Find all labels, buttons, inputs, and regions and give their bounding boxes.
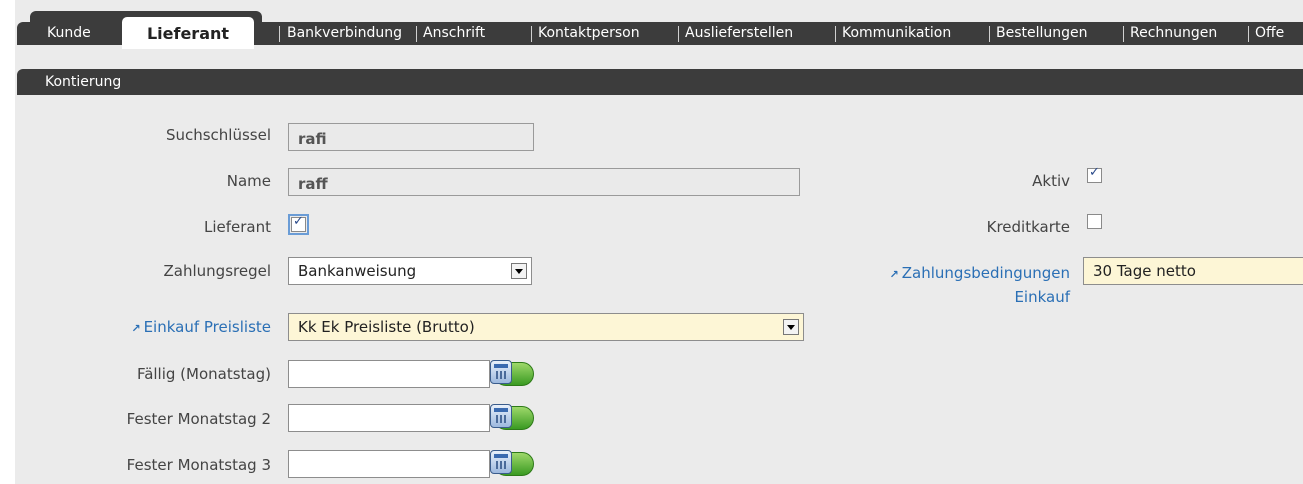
fester2-label: Fester Monatstag 2: [126, 410, 271, 428]
einkauf-preisliste-link[interactable]: ↗ Einkauf Preisliste: [131, 318, 271, 336]
suchschluessel-label: Suchschlüssel: [165, 126, 271, 144]
calendar-button-fester3[interactable]: [490, 450, 536, 478]
suchschluessel-field[interactable]: rafi: [288, 123, 534, 151]
subtab-bar: Kontierung: [17, 69, 1303, 95]
faellig-input[interactable]: [288, 360, 490, 388]
tab-auslieferstellen[interactable]: Auslieferstellen: [685, 22, 793, 45]
fester3-label: Fester Monatstag 3: [126, 456, 271, 474]
tab-bestellungen-label: Bestellungen: [996, 25, 1088, 41]
tab-rechnungen-label: Rechnungen: [1130, 25, 1218, 41]
zahlungsbedingungen-field[interactable]: 30 Tage netto: [1083, 257, 1303, 285]
aktiv-label: Aktiv: [1032, 172, 1070, 190]
tab-kommunikation-label: Kommunikation: [842, 25, 952, 41]
einkauf-preisliste-label: Einkauf Preisliste: [143, 318, 271, 336]
tab-kunde[interactable]: Kunde: [47, 22, 91, 45]
tab-rechnungen[interactable]: Rechnungen: [1130, 22, 1217, 45]
einkauf-preisliste-select[interactable]: Kk Ek Preisliste (Brutto): [288, 313, 804, 341]
calendar-button-faellig[interactable]: [490, 360, 536, 388]
tab-bestellungen[interactable]: Bestellungen: [996, 22, 1088, 45]
tab-auslieferstellen-label: Auslieferstellen: [685, 25, 794, 41]
zahlungsregel-label: Zahlungsregel: [163, 262, 271, 280]
kreditkarte-checkbox[interactable]: [1087, 214, 1102, 229]
tab-anschrift[interactable]: Anschrift: [423, 22, 485, 45]
zahlungsbedingungen-label-2: Einkauf: [1014, 288, 1070, 306]
zahlungsbedingungen-label-1: Zahlungsbedingungen: [901, 264, 1070, 282]
zahlungsregel-select[interactable]: Bankanweisung: [288, 257, 532, 285]
tab-kontaktperson[interactable]: Kontaktperson: [538, 22, 640, 45]
chevron-down-icon[interactable]: [511, 263, 527, 279]
link-arrow-icon: ↗: [131, 322, 141, 335]
name-field[interactable]: raff: [288, 168, 800, 196]
link-arrow-icon: ↗: [889, 268, 899, 281]
lieferant-checkbox[interactable]: ✓: [288, 214, 309, 235]
fester3-input[interactable]: [288, 450, 490, 478]
kreditkarte-label: Kreditkarte: [986, 218, 1070, 236]
faellig-label: Fällig (Monatstag): [136, 365, 271, 383]
subtab-kontierung[interactable]: Kontierung: [17, 74, 121, 90]
aktiv-checkbox[interactable]: ✓: [1087, 165, 1102, 183]
name-label: Name: [226, 172, 271, 190]
lieferant-label: Lieferant: [203, 218, 271, 236]
zahlungsbedingungen-link[interactable]: ↗ Zahlungsbedingungen Einkauf: [890, 262, 1070, 308]
einkauf-preisliste-value: Kk Ek Preisliste (Brutto): [298, 318, 475, 336]
chevron-down-icon[interactable]: [783, 319, 799, 335]
tab-kommunikation[interactable]: Kommunikation: [842, 22, 951, 45]
calendar-icon: [490, 360, 512, 384]
tab-offe-label: Offe: [1255, 25, 1285, 41]
tab-lieferant[interactable]: Lieferant: [122, 17, 254, 49]
tab-offe[interactable]: Offe: [1255, 22, 1284, 45]
calendar-icon: [490, 450, 512, 474]
calendar-icon: [490, 404, 512, 428]
tab-bankverbindung-label: Bankverbindung: [287, 25, 402, 41]
tab-bankverbindung[interactable]: Bankverbindung: [287, 22, 402, 45]
tab-kontaktperson-label: Kontaktperson: [538, 25, 640, 41]
check-icon: ✓: [293, 214, 304, 229]
fester2-input[interactable]: [288, 404, 490, 432]
calendar-button-fester2[interactable]: [490, 404, 536, 432]
check-icon: ✓: [1089, 165, 1100, 180]
zahlungsregel-value: Bankanweisung: [298, 262, 417, 280]
tab-anschrift-label: Anschrift: [423, 25, 486, 41]
